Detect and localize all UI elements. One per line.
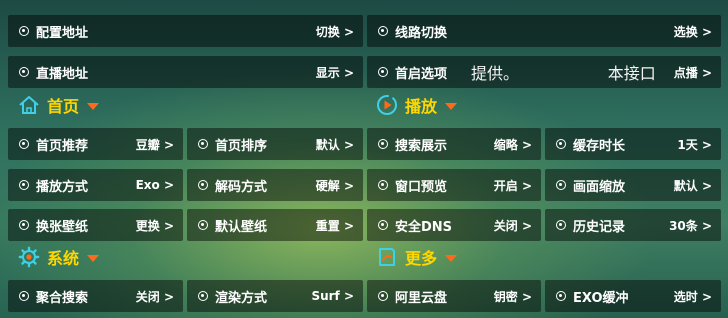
setting-label: EXO缓冲 [573,290,629,306]
setting-home-sort[interactable]: 首页排序 默认 > [187,128,363,160]
setting-startup-option[interactable]: 首启选项 提供。 本接口 点播 > [367,56,721,88]
radio-icon [378,180,388,190]
setting-label: 画面缩放 [573,179,626,195]
section-more: 更多 [376,245,458,269]
setting-value: 选换 > [673,24,712,39]
setting-value: Exo > [135,178,174,192]
play-icon [377,95,397,115]
setting-value: 更换 > [135,218,174,233]
setting-label: 搜索展示 [395,138,448,154]
setting-value: 缩略 > [493,137,532,152]
setting-config-address[interactable]: 配置地址 切换 > [8,15,363,47]
section-play: 播放 [376,93,458,117]
radio-icon [198,220,208,230]
setting-secure-dns[interactable]: 安全DNS 关闭 > [367,209,541,241]
setting-value: 开启 > [493,178,532,193]
setting-value: 默认 > [315,137,354,152]
setting-label: 历史记录 [573,219,626,235]
setting-route-switch[interactable]: 线路切换 选换 > [367,15,721,47]
setting-label: 阿里云盘 [395,290,448,306]
setting-search-display[interactable]: 搜索展示 缩略 > [367,128,541,160]
overlay-text: 本接口 [607,64,656,83]
note-icon [379,248,395,266]
setting-value: 选时 > [673,289,712,304]
setting-label: 换张壁纸 [36,219,89,235]
radio-icon [378,220,388,230]
setting-label: 安全DNS [395,219,453,235]
setting-window-preview[interactable]: 窗口预览 开启 > [367,169,541,201]
section-title: 首页 [47,97,80,116]
radio-icon [19,220,29,230]
setting-label: 线路切换 [395,25,448,41]
overlay-text: 提供。 [471,64,520,83]
setting-label: 解码方式 [215,179,268,195]
setting-label: 配置地址 [36,25,89,41]
radio-icon [19,139,29,149]
setting-play-mode[interactable]: 播放方式 Exo > [8,169,183,201]
setting-value: 重置 > [315,218,354,233]
setting-aliyun-drive[interactable]: 阿里云盘 钥密 > [367,280,541,312]
section-home: 首页 [18,93,100,117]
section-title: 更多 [405,249,438,268]
setting-label: 首页排序 [215,138,268,154]
setting-value: 豆瓣 > [135,137,174,152]
radio-icon [19,180,29,190]
radio-icon [556,180,566,190]
setting-value: 显示 > [315,65,354,80]
radio-icon [556,291,566,301]
caret-down-icon [87,255,100,262]
setting-value: 关闭 > [135,289,174,304]
caret-down-icon [445,255,458,262]
setting-label: 首页推荐 [36,138,89,154]
setting-label: 缓存时长 [573,138,626,154]
setting-value: Surf > [311,289,354,303]
setting-value: 默认 > [673,178,712,193]
setting-label: 首启选项 [395,66,448,82]
radio-icon [556,139,566,149]
setting-screen-scale[interactable]: 画面缩放 默认 > [545,169,721,201]
setting-label: 窗口预览 [395,179,448,195]
radio-icon [378,139,388,149]
gear-icon [18,246,40,268]
section-title: 播放 [405,97,438,116]
radio-icon [19,291,29,301]
radio-icon [19,26,29,36]
radio-icon [378,26,388,36]
setting-render-mode[interactable]: 渲染方式 Surf > [187,280,363,312]
caret-down-icon [445,103,458,110]
section-system: 系统 [18,245,100,269]
setting-value: 硬解 > [315,178,354,193]
setting-history[interactable]: 历史记录 30条 > [545,209,721,241]
setting-aggregate-search[interactable]: 聚合搜索 关闭 > [8,280,183,312]
setting-label: 默认壁纸 [215,219,268,235]
setting-live-address[interactable]: 直播地址 显示 > [8,56,363,88]
setting-value: 30条 > [669,218,712,233]
caret-down-icon [87,103,100,110]
setting-change-wallpaper[interactable]: 换张壁纸 更换 > [8,209,183,241]
radio-icon [378,291,388,301]
setting-default-wallpaper[interactable]: 默认壁纸 重置 > [187,209,363,241]
setting-value: 切换 > [315,24,354,39]
radio-icon [556,220,566,230]
setting-exo-buffer[interactable]: EXO缓冲 选时 > [545,280,721,312]
setting-label: 聚合搜索 [36,290,89,306]
setting-value: 关闭 > [493,218,532,233]
setting-decode-mode[interactable]: 解码方式 硬解 > [187,169,363,201]
radio-icon [378,67,388,77]
home-icon [19,96,39,114]
radio-icon [198,139,208,149]
radio-icon [19,67,29,77]
setting-value: 1天 > [677,137,712,152]
section-title: 系统 [47,249,80,268]
radio-icon [198,180,208,190]
radio-icon [198,291,208,301]
setting-label: 直播地址 [36,66,89,82]
setting-label: 渲染方式 [215,290,268,306]
setting-value: 钥密 > [493,289,532,304]
setting-cache-duration[interactable]: 缓存时长 1天 > [545,128,721,160]
setting-label: 播放方式 [36,179,89,195]
setting-home-recommend[interactable]: 首页推荐 豆瓣 > [8,128,183,160]
setting-value: 点播 > [673,65,712,80]
